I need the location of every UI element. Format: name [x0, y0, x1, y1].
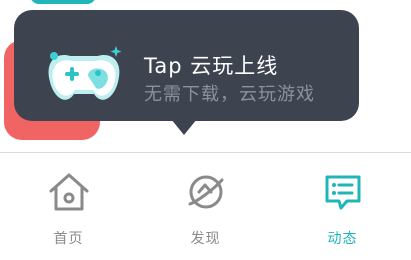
tooltip-title: Tap 云玩上线	[144, 54, 279, 78]
tab-activity[interactable]: 动态	[274, 153, 411, 260]
tab-discover[interactable]: 发现	[137, 153, 274, 260]
background-card-fragment	[30, 0, 96, 4]
chat-bubble-icon	[325, 175, 360, 210]
tooltip-arrow	[171, 119, 197, 135]
bottom-navigation-bar: 首页 发现 动态	[0, 152, 411, 260]
cloud-play-tooltip[interactable]: Tap 云玩上线 无需下载，云玩游戏	[14, 10, 359, 121]
tab-home[interactable]: 首页	[0, 153, 137, 260]
planet-icon	[188, 175, 223, 209]
tab-home-label: 首页	[53, 231, 84, 247]
tab-activity-label: 动态	[327, 231, 358, 247]
gamepad-icon	[48, 46, 122, 100]
home-icon	[49, 173, 88, 211]
tab-discover-label: 发现	[190, 231, 221, 247]
tooltip-subtitle: 无需下载，云玩游戏	[144, 84, 315, 105]
